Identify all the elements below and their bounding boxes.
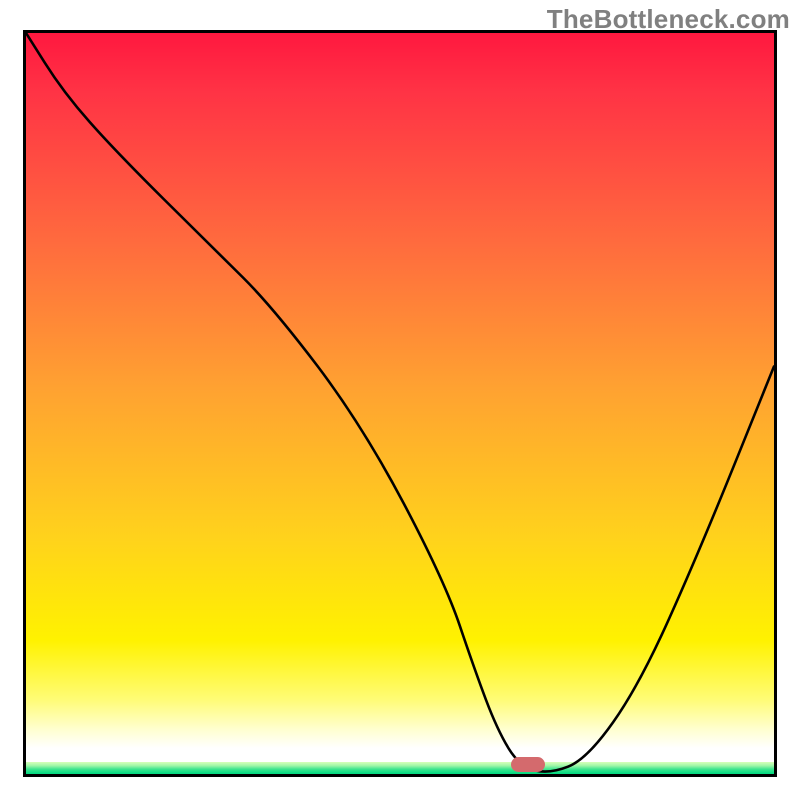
bottleneck-curve xyxy=(26,33,774,772)
optimum-marker xyxy=(511,757,545,772)
chart-stage: TheBottleneck.com xyxy=(0,0,800,800)
plot-area xyxy=(23,30,777,777)
curve-svg xyxy=(26,33,774,774)
